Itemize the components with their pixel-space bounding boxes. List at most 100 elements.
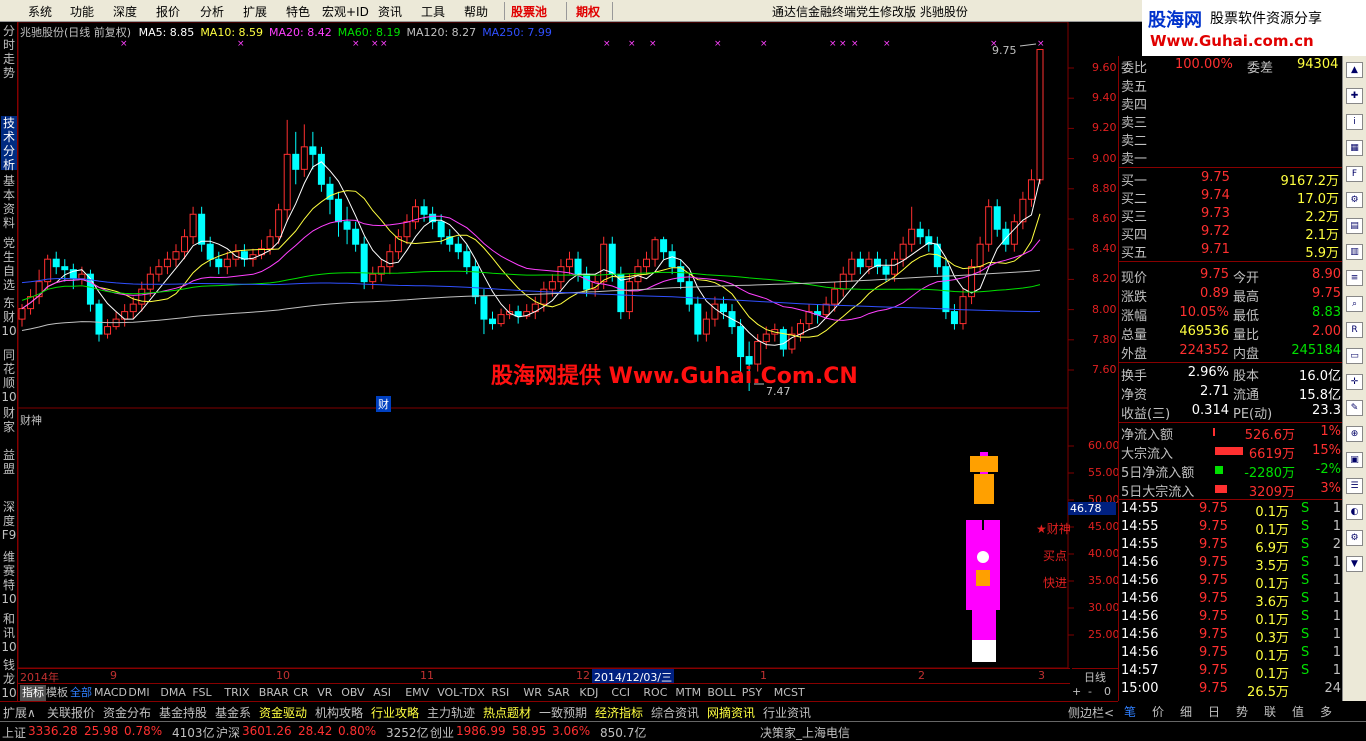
info-icon[interactable]: i — [1346, 114, 1363, 130]
zoom-in-icon[interactable]: + — [1072, 685, 1081, 698]
menu-stock-pool[interactable]: 股票池 — [511, 3, 547, 20]
menu-news[interactable]: 资讯 — [378, 3, 402, 20]
indicator-tab-mtm[interactable]: MTM — [673, 685, 703, 701]
candle-body — [61, 266, 69, 271]
scroll-down-icon[interactable]: ▼ — [1346, 556, 1363, 572]
settings-icon[interactable]: ⚙ — [1346, 530, 1363, 546]
indicator-tab-obv[interactable]: OBV — [339, 685, 366, 701]
kline-chart[interactable]: × × × × × × × × × × × × × × × × — [0, 22, 1118, 682]
menu-depth[interactable]: 深度 — [113, 3, 137, 20]
function-tab-11[interactable]: 经济指标 — [595, 704, 643, 721]
function-tab-0[interactable]: 扩展∧ — [3, 704, 36, 721]
f10-icon[interactable]: F — [1346, 166, 1363, 182]
function-tab-1[interactable]: 关联报价 — [47, 704, 95, 721]
quote-tab-1[interactable]: 价 — [1152, 703, 1164, 720]
indicator-tab-指标[interactable]: 指标 — [20, 685, 46, 701]
function-tab-10[interactable]: 一致预期 — [539, 704, 587, 721]
layout-icon[interactable]: ▣ — [1346, 452, 1363, 468]
candle-body — [694, 303, 702, 335]
quote-tab-2[interactable]: 细 — [1180, 703, 1192, 720]
function-tab-5[interactable]: 资金驱动 — [259, 704, 307, 721]
function-tab-4[interactable]: 基金系 — [215, 704, 251, 721]
window-title: 通达信金融终端党生修改版 兆驰股份 — [772, 5, 968, 19]
menu-options[interactable]: 期权 — [576, 3, 600, 20]
function-tab-8[interactable]: 主力轨迹 — [427, 704, 475, 721]
indicator-tab-vol-tdx[interactable]: VOL-TDX — [435, 685, 487, 701]
tick-time: 14:55 — [1121, 537, 1159, 552]
risk-icon[interactable]: R — [1346, 322, 1363, 338]
candle-body — [121, 311, 129, 320]
indicator-tab-macd[interactable]: MACD — [92, 685, 129, 701]
compare-icon[interactable]: ≡ — [1346, 270, 1363, 286]
calendar-icon[interactable]: ▦ — [1346, 140, 1363, 156]
indicator-tab-cr[interactable]: CR — [291, 685, 310, 701]
indicator-tab-wr[interactable]: WR — [521, 685, 544, 701]
menu-extend[interactable]: 扩展 — [243, 3, 267, 20]
list-icon[interactable]: ☰ — [1346, 478, 1363, 494]
scroll-up-icon[interactable]: ▲ — [1346, 62, 1363, 78]
candle-body — [335, 198, 343, 223]
indicator-tab-rsi[interactable]: RSI — [489, 685, 511, 701]
menu-system[interactable]: 系统 — [28, 3, 52, 20]
function-tab-7[interactable]: 行业攻略 — [371, 704, 419, 721]
flow-label: 大宗流入 — [1121, 447, 1174, 462]
indicator-tab-boll[interactable]: BOLL — [705, 685, 737, 701]
indicator-tab-psy[interactable]: PSY — [740, 685, 764, 701]
theme-icon[interactable]: ◐ — [1346, 504, 1363, 520]
cai-marker[interactable]: 财 — [376, 396, 391, 412]
period-label[interactable]: 日线 — [1072, 668, 1118, 684]
quote-tab-0[interactable]: 笔 — [1124, 703, 1136, 720]
indicator-tab-trix[interactable]: TRIX — [222, 685, 251, 701]
indicator-tab-全部[interactable]: 全部 — [68, 685, 94, 701]
function-tab-9[interactable]: 热点题材 — [483, 704, 531, 721]
reset-icon[interactable]: 0 — [1104, 685, 1111, 698]
menu-function[interactable]: 功能 — [70, 3, 94, 20]
indicator-tab-vr[interactable]: VR — [315, 685, 334, 701]
quote-tab-7[interactable]: 多 — [1320, 703, 1332, 720]
zoom-out-icon[interactable]: - — [1088, 685, 1092, 698]
menu-analysis[interactable]: 分析 — [200, 3, 224, 20]
quote-tab-4[interactable]: 势 — [1236, 703, 1248, 720]
menu-quote[interactable]: 报价 — [156, 3, 180, 20]
sh-index-change: 25.98 — [84, 724, 119, 738]
function-tab-12[interactable]: 综合资讯 — [651, 704, 699, 721]
menu-macro[interactable]: 宏观+ID — [322, 3, 369, 20]
indicator-tab-dma[interactable]: DMA — [158, 685, 188, 701]
candle-body — [138, 288, 146, 305]
function-tab-14[interactable]: 行业资讯 — [763, 704, 811, 721]
candle-body — [625, 281, 633, 313]
tool-icon[interactable]: ⚙ — [1346, 192, 1363, 208]
weibi-label: 委比 — [1121, 61, 1148, 76]
function-tab-13[interactable]: 网摘资讯 — [707, 704, 755, 721]
indicator-tab-dmi[interactable]: DMI — [126, 685, 151, 701]
bookmark-icon[interactable]: ✚ — [1346, 88, 1363, 104]
indicator-tab-fsl[interactable]: FSL — [190, 685, 213, 701]
chart-icon[interactable]: ▤ — [1346, 218, 1363, 234]
quote-tab-6[interactable]: 值 — [1292, 703, 1304, 720]
zoom-icon[interactable]: ⊕ — [1346, 426, 1363, 442]
menu-tools[interactable]: 工具 — [421, 3, 445, 20]
quote-tab-5[interactable]: 联 — [1264, 703, 1276, 720]
indicator-tab-cci[interactable]: CCI — [609, 685, 632, 701]
quote-tab-3[interactable]: 日 — [1208, 703, 1220, 720]
crosshair-icon[interactable]: ✛ — [1346, 374, 1363, 390]
sidebar-toggle[interactable]: 侧边栏< — [1068, 704, 1114, 721]
grid-icon[interactable]: ▥ — [1346, 244, 1363, 260]
function-tab-2[interactable]: 资金分布 — [103, 704, 151, 721]
indicator-tab-emv[interactable]: EMV — [403, 685, 431, 701]
menu-feature[interactable]: 特色 — [286, 3, 310, 20]
search-icon[interactable]: ⌕ — [1346, 296, 1363, 312]
zoom-controls[interactable]: + - 0 — [1070, 684, 1118, 700]
indicator-tab-sar[interactable]: SAR — [545, 685, 571, 701]
indicator-tab-模板[interactable]: 模板 — [44, 685, 70, 701]
menu-help[interactable]: 帮助 — [464, 3, 488, 20]
draw-icon[interactable]: ✎ — [1346, 400, 1363, 416]
indicator-tab-kdj[interactable]: KDJ — [577, 685, 600, 701]
function-tab-6[interactable]: 机构攻略 — [315, 704, 363, 721]
function-tab-3[interactable]: 基金持股 — [159, 704, 207, 721]
indicator-tab-roc[interactable]: ROC — [641, 685, 669, 701]
indicator-tab-mcst[interactable]: MCST — [772, 685, 807, 701]
indicator-tab-asi[interactable]: ASI — [371, 685, 393, 701]
indicator-tab-brar[interactable]: BRAR — [257, 685, 291, 701]
ruler-icon[interactable]: ▭ — [1346, 348, 1363, 364]
